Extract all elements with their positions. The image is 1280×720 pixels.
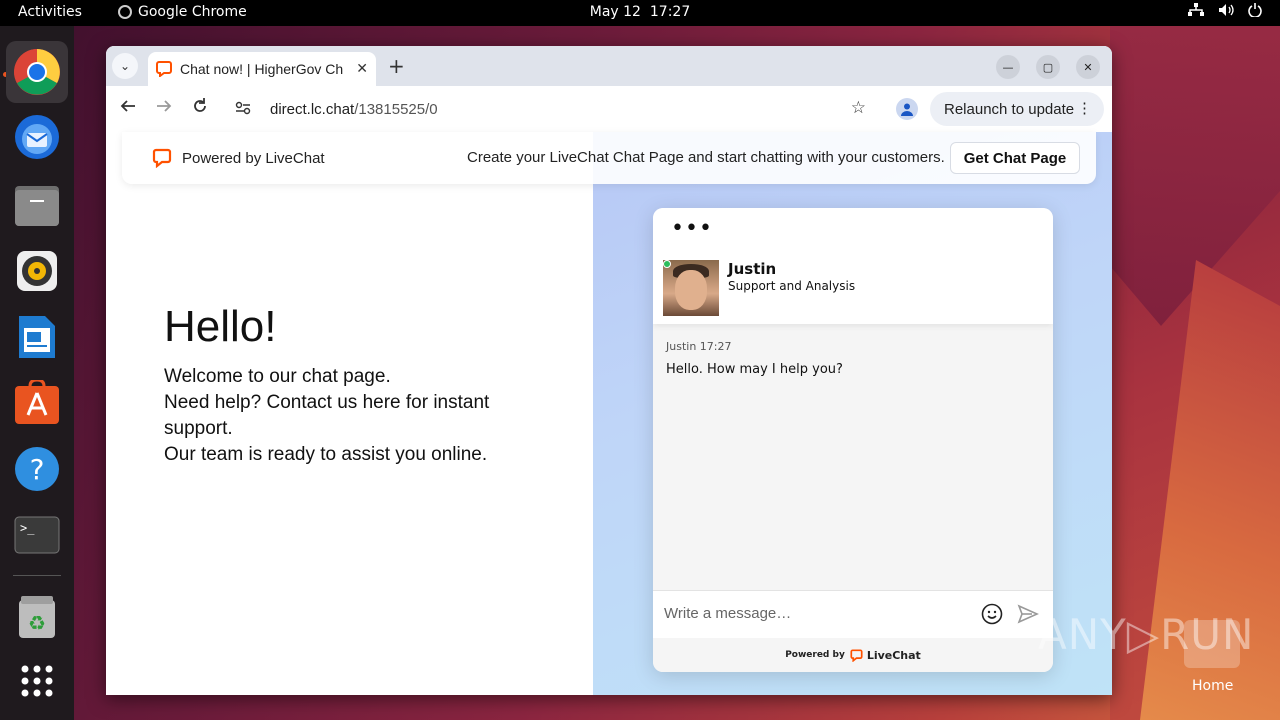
chrome-icon	[14, 49, 60, 95]
livechat-favicon-icon	[156, 61, 172, 77]
bookmark-star-icon[interactable]: ☆	[851, 98, 866, 118]
emoji-icon[interactable]	[981, 603, 1003, 625]
powered-by-label: Powered by LiveChat	[182, 149, 325, 167]
dock-files[interactable]	[6, 174, 68, 236]
online-status-dot	[663, 260, 671, 268]
welcome-line: Our team is ready to assist you online.	[164, 444, 488, 465]
svg-text:♻: ♻	[28, 611, 46, 635]
rhythmbox-icon	[17, 251, 57, 291]
welcome-text: Welcome to our chat page. Need help? Con…	[164, 364, 524, 468]
welcome-line: Need help? Contact us here for instant s…	[164, 392, 490, 439]
help-icon: ?	[15, 447, 59, 491]
message-input[interactable]: Write a message…	[653, 590, 1053, 638]
new-tab-button[interactable]: +	[388, 54, 405, 78]
tab-close-icon[interactable]: ✕	[356, 61, 368, 77]
dock-help[interactable]: ?	[6, 438, 68, 500]
top-bar: Activities Google Chrome May 12 17:27	[0, 0, 1280, 26]
dock-thunderbird[interactable]	[6, 106, 68, 168]
back-button[interactable]	[120, 98, 136, 119]
volume-icon	[1218, 3, 1234, 21]
svg-text:?: ?	[30, 453, 45, 486]
footer-brand: LiveChat	[866, 648, 921, 662]
tab-search-button[interactable]: ⌄	[112, 53, 138, 79]
send-icon[interactable]	[1017, 603, 1039, 625]
message-meta: Justin 17:27	[666, 340, 732, 353]
message-placeholder: Write a message…	[664, 605, 792, 622]
chat-header: ••• Justin Support and Analysis	[653, 208, 1053, 324]
browser-toolbar: direct.lc.chat/13815525/0 ☆ Relaunch to …	[106, 86, 1112, 132]
thunderbird-icon	[15, 115, 59, 159]
dock-terminal[interactable]: >_	[6, 504, 68, 566]
reload-icon	[194, 98, 206, 112]
address-bar[interactable]: direct.lc.chat/13815525/0	[224, 92, 882, 126]
maximize-icon: ▢	[1042, 60, 1054, 74]
relaunch-button[interactable]: Relaunch to update ⋮	[930, 92, 1104, 126]
minimize-button[interactable]: —	[996, 55, 1020, 79]
tab-active[interactable]: Chat now! | HigherGov Ch ✕	[148, 52, 376, 86]
network-icon	[1188, 3, 1204, 21]
clock-date: May 12	[589, 4, 641, 20]
page-content: Powered by LiveChat Create your LiveChat…	[106, 132, 1112, 695]
close-icon: ✕	[1083, 60, 1093, 74]
forward-button[interactable]	[156, 98, 172, 119]
tab-title: Chat now! | HigherGov Ch	[180, 61, 344, 77]
chat-menu-button[interactable]: •••	[671, 216, 713, 241]
dock: ? >_ ♻	[0, 26, 74, 720]
chat-widget: ••• Justin Support and Analysis Justin 1…	[653, 208, 1053, 672]
livechat-banner: Powered by LiveChat Create your LiveChat…	[122, 132, 1096, 184]
trash-icon: ♻	[19, 596, 55, 638]
maximize-button[interactable]: ▢	[1036, 55, 1060, 79]
url-path: /13815525/0	[354, 100, 438, 118]
dock-writer[interactable]	[6, 306, 68, 368]
close-window-button[interactable]: ✕	[1076, 55, 1100, 79]
forward-arrow-icon	[157, 100, 172, 112]
promo-text: Create your LiveChat Chat Page and start…	[467, 149, 945, 166]
relaunch-label: Relaunch to update	[944, 100, 1075, 118]
chevron-down-icon: ⌄	[119, 59, 131, 73]
url-host: direct.lc.chat	[270, 100, 355, 118]
dock-trash[interactable]: ♻	[6, 586, 68, 648]
minimize-icon: —	[1002, 60, 1014, 74]
apps-grid-icon	[21, 665, 53, 697]
welcome-line: Welcome to our chat page.	[164, 366, 391, 387]
chat-footer: Powered by LiveChat	[653, 638, 1053, 672]
page-title: Hello!	[164, 302, 277, 351]
clock[interactable]: May 12 17:27	[0, 4, 1280, 20]
avatar	[663, 260, 719, 316]
writer-icon	[19, 316, 55, 358]
system-tray[interactable]	[1188, 3, 1262, 21]
dock-show-apps[interactable]	[6, 650, 68, 712]
more-vert-icon[interactable]: ⋮	[1077, 99, 1092, 117]
home-folder-label[interactable]: Home	[1192, 678, 1233, 694]
svg-text:>_: >_	[20, 521, 35, 535]
software-icon	[15, 380, 59, 424]
footer-powered: Powered by	[785, 650, 845, 660]
tab-strip: ⌄ Chat now! | HigherGov Ch ✕ + — ▢ ✕	[106, 46, 1112, 86]
dock-rhythmbox[interactable]	[6, 240, 68, 302]
agent-name: Justin	[728, 260, 777, 278]
dock-software[interactable]	[6, 371, 68, 433]
files-icon	[15, 186, 59, 226]
livechat-small-logo-icon	[850, 648, 863, 662]
agent-role: Support and Analysis	[728, 279, 856, 293]
clock-time: 17:27	[649, 4, 691, 20]
reload-button[interactable]	[192, 98, 208, 119]
avatar-face	[675, 270, 707, 310]
get-chat-page-button[interactable]: Get Chat Page	[950, 142, 1080, 174]
browser-window: ⌄ Chat now! | HigherGov Ch ✕ + — ▢ ✕ dir…	[106, 46, 1112, 695]
dock-separator	[13, 575, 61, 576]
anyrun-watermark: ANY▷RUN	[1038, 610, 1255, 659]
dock-chrome[interactable]	[6, 41, 68, 103]
back-arrow-icon	[120, 100, 135, 112]
profile-button[interactable]	[896, 98, 918, 120]
profile-icon	[901, 103, 913, 116]
site-info-icon[interactable]	[230, 101, 256, 118]
livechat-logo-icon	[152, 148, 172, 168]
message-text: Hello. How may I help you?	[666, 362, 843, 377]
power-icon	[1248, 3, 1262, 21]
terminal-icon: >_	[14, 516, 60, 554]
